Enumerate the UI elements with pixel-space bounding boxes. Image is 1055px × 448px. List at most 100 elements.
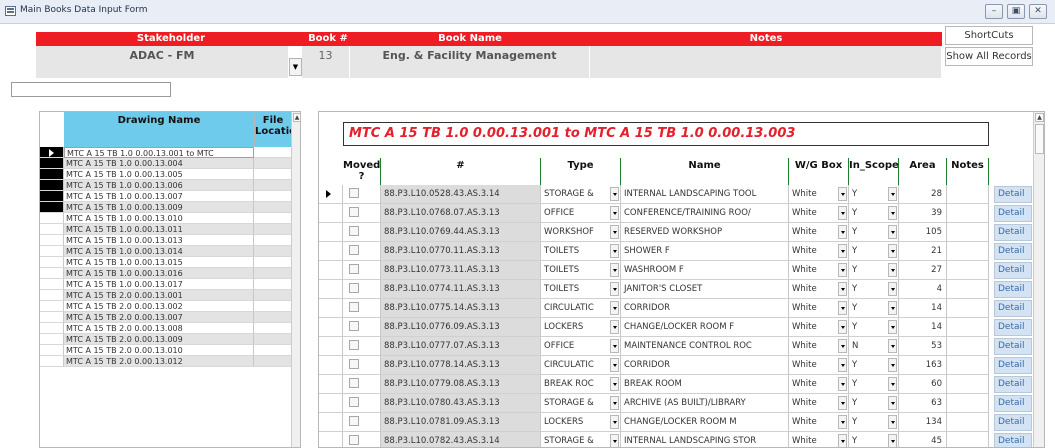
moved-column-header[interactable]: Moved ?: [343, 158, 381, 185]
moved-checkbox[interactable]: [349, 264, 359, 274]
notes-cell[interactable]: [947, 318, 989, 337]
moved-checkbox[interactable]: [349, 188, 359, 198]
area-cell[interactable]: 39: [899, 204, 947, 223]
record-selector[interactable]: [40, 202, 64, 213]
type-combo[interactable]: LOCKERS: [541, 413, 621, 432]
rooms-grid-row[interactable]: 88.P3.L10.0770.11.AS.3.13 TOILETS SHOWER F…: [319, 242, 1033, 261]
notes-cell[interactable]: [947, 337, 989, 356]
drawing-list-row[interactable]: MTC A 15 TB 1.0 0.00.13.016: [40, 268, 291, 279]
record-selector[interactable]: [40, 345, 64, 356]
name-cell[interactable]: MAINTENANCE CONTROL ROC: [621, 337, 789, 356]
detail-button[interactable]: Detail: [994, 433, 1032, 447]
dropdown-arrow-icon[interactable]: [610, 206, 619, 220]
type-combo[interactable]: TOILETS: [541, 242, 621, 261]
number-cell[interactable]: 88.P3.L10.0780.43.AS.3.13: [381, 394, 541, 413]
drawing-list-row[interactable]: MTC A 15 TB 1.0 0.00.13.013: [40, 235, 291, 246]
name-cell[interactable]: RESERVED WORKSHOP: [621, 223, 789, 242]
area-cell[interactable]: 4: [899, 280, 947, 299]
drawing-list-row[interactable]: MTC A 15 TB 2.0 0.00.13.009: [40, 334, 291, 345]
rooms-grid-row[interactable]: 88.P3.L10.0776.09.AS.3.13 LOCKERS CHANGE/L…: [319, 318, 1033, 337]
record-selector[interactable]: [40, 147, 64, 158]
area-cell[interactable]: 27: [899, 261, 947, 280]
rooms-grid-row[interactable]: 88.P3.L10.0769.44.AS.3.13 WORKSHOF RESERVE…: [319, 223, 1033, 242]
moved-checkbox[interactable]: [349, 397, 359, 407]
row-selector[interactable]: [319, 242, 343, 261]
in-scope-column-header[interactable]: In_Scope: [849, 158, 899, 185]
drawing-name-column-header[interactable]: Drawing Name: [64, 115, 254, 126]
type-combo[interactable]: TOILETS: [541, 280, 621, 299]
drawing-list-row[interactable]: MTC A 15 TB 2.0 0.00.13.002: [40, 301, 291, 312]
moved-checkbox[interactable]: [349, 321, 359, 331]
minimize-button[interactable]: –: [985, 4, 1003, 19]
type-combo[interactable]: CIRCULATIC: [541, 356, 621, 375]
notes-cell[interactable]: [947, 413, 989, 432]
drawing-name-cell[interactable]: MTC A 15 TB 1.0 0.00.13.005: [64, 169, 254, 180]
drawing-list-row[interactable]: MTC A 15 TB 2.0 0.00.13.001: [40, 290, 291, 301]
moved-checkbox[interactable]: [349, 245, 359, 255]
row-selector[interactable]: [319, 223, 343, 242]
area-cell[interactable]: 28: [899, 185, 947, 204]
dropdown-arrow-icon[interactable]: [888, 320, 897, 334]
row-selector[interactable]: [319, 261, 343, 280]
scroll-up-icon[interactable]: ▲: [1035, 113, 1044, 122]
drawing-name-cell[interactable]: MTC A 15 TB 1.0 0.00.13.006: [64, 180, 254, 191]
rooms-grid-row[interactable]: 88.P3.L10.0778.14.AS.3.13 CIRCULATIC CORRI…: [319, 356, 1033, 375]
file-location-cell[interactable]: [254, 312, 291, 323]
notes-cell[interactable]: [947, 299, 989, 318]
name-cell[interactable]: SHOWER F: [621, 242, 789, 261]
drawing-list-row[interactable]: MTC A 15 TB 2.0 0.00.13.010: [40, 345, 291, 356]
file-location-cell[interactable]: [254, 334, 291, 345]
notes-cell[interactable]: [947, 356, 989, 375]
dropdown-arrow-icon[interactable]: [888, 225, 897, 239]
number-cell[interactable]: 88.P3.L10.0781.09.AS.3.13: [381, 413, 541, 432]
dropdown-arrow-icon[interactable]: [610, 434, 619, 447]
detail-button[interactable]: Detail: [994, 395, 1032, 412]
drawing-name-cell[interactable]: MTC A 15 TB 2.0 0.00.13.008: [64, 323, 254, 334]
record-selector[interactable]: [40, 224, 64, 235]
notes-column-header[interactable]: Notes: [947, 158, 989, 185]
type-combo[interactable]: TOILETS: [541, 261, 621, 280]
record-selector[interactable]: [40, 180, 64, 191]
dropdown-arrow-icon[interactable]: [838, 206, 847, 220]
row-selector[interactable]: [319, 375, 343, 394]
type-combo[interactable]: STORAGE &: [541, 432, 621, 447]
file-location-cell[interactable]: [254, 301, 291, 312]
number-cell[interactable]: 88.P3.L10.0528.43.AS.3.14: [381, 185, 541, 204]
rooms-grid-row[interactable]: 88.P3.L10.0768.07.AS.3.13 OFFICE CONFERENC…: [319, 204, 1033, 223]
detail-button[interactable]: Detail: [994, 376, 1032, 393]
rooms-grid-row[interactable]: 88.P3.L10.0528.43.AS.3.14 STORAGE & INTERN…: [319, 185, 1033, 204]
file-location-cell[interactable]: [254, 246, 291, 257]
dropdown-arrow-icon[interactable]: [610, 282, 619, 296]
number-cell[interactable]: 88.P3.L10.0774.11.AS.3.13: [381, 280, 541, 299]
dropdown-arrow-icon[interactable]: [610, 396, 619, 410]
row-selector[interactable]: [319, 394, 343, 413]
file-location-cell[interactable]: [254, 191, 291, 202]
record-selector[interactable]: [40, 301, 64, 312]
dropdown-arrow-icon[interactable]: [610, 263, 619, 277]
file-location-cell[interactable]: [254, 268, 291, 279]
scroll-thumb[interactable]: [1035, 124, 1044, 154]
moved-checkbox[interactable]: [349, 378, 359, 388]
drawing-name-cell[interactable]: MTC A 15 TB 1.0 0.00.13.017: [64, 279, 254, 290]
notes-cell[interactable]: [947, 204, 989, 223]
detail-button[interactable]: Detail: [994, 300, 1032, 317]
record-selector[interactable]: [40, 290, 64, 301]
drawing-list-row[interactable]: MTC A 15 TB 1.0 0.00.13.009: [40, 202, 291, 213]
dropdown-arrow-icon[interactable]: [838, 282, 847, 296]
drawing-name-cell[interactable]: MTC A 15 TB 2.0 0.00.13.002: [64, 301, 254, 312]
name-cell[interactable]: CORRIDOR: [621, 356, 789, 375]
dropdown-arrow-icon[interactable]: [838, 320, 847, 334]
area-cell[interactable]: 14: [899, 318, 947, 337]
dropdown-arrow-icon[interactable]: [888, 434, 897, 447]
name-cell[interactable]: ARCHIVE (AS BUILT)/LIBRARY: [621, 394, 789, 413]
drawing-list-row[interactable]: MTC A 15 TB 1.0 0.00.13.001 to MTC: [40, 147, 291, 158]
dropdown-arrow-icon[interactable]: [610, 320, 619, 334]
drawing-name-cell[interactable]: MTC A 15 TB 1.0 0.00.13.009: [64, 202, 254, 213]
moved-checkbox[interactable]: [349, 340, 359, 350]
number-cell[interactable]: 88.P3.L10.0778.14.AS.3.13: [381, 356, 541, 375]
detail-button[interactable]: Detail: [994, 186, 1032, 203]
notes-cell[interactable]: [947, 375, 989, 394]
record-selector[interactable]: [40, 246, 64, 257]
record-selector[interactable]: [40, 312, 64, 323]
dropdown-arrow-icon[interactable]: [610, 225, 619, 239]
